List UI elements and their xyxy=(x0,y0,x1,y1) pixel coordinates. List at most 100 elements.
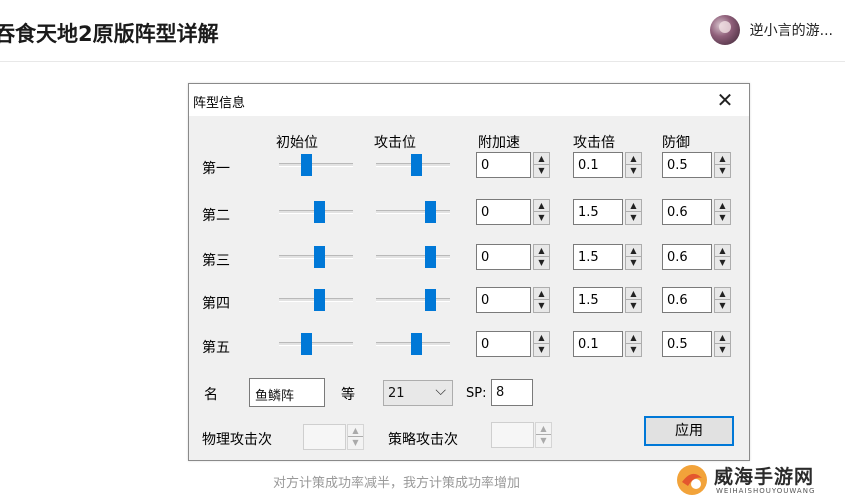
speed-field[interactable]: 0 xyxy=(476,287,531,313)
init_pos-slider[interactable] xyxy=(279,289,353,311)
speed-field[interactable]: 0 xyxy=(476,331,531,357)
spin-up-icon[interactable]: ▲ xyxy=(534,245,549,257)
spin-up-icon[interactable]: ▲ xyxy=(715,288,730,300)
slider-thumb[interactable] xyxy=(425,289,436,311)
slider-thumb[interactable] xyxy=(301,154,312,176)
spin-up-icon[interactable]: ▲ xyxy=(626,288,641,300)
defense-spinner[interactable]: 0.5 ▲ ▼ xyxy=(662,152,732,178)
defense-field[interactable]: 0.6 xyxy=(662,199,712,225)
slider-track[interactable] xyxy=(279,342,353,346)
author-name[interactable]: 逆小言的游... xyxy=(750,20,833,40)
spin-down-icon[interactable]: ▼ xyxy=(626,212,641,224)
spin-down-icon[interactable]: ▼ xyxy=(534,300,549,312)
spin-up-icon[interactable]: ▲ xyxy=(536,423,551,435)
spin-up-icon[interactable]: ▲ xyxy=(348,425,363,437)
slider-thumb[interactable] xyxy=(425,246,436,268)
spin-up-icon[interactable]: ▲ xyxy=(626,153,641,165)
spin-down-icon[interactable]: ▼ xyxy=(534,212,549,224)
defense-spinner[interactable]: 0.5 ▲ ▼ xyxy=(662,331,732,357)
slider-thumb[interactable] xyxy=(314,289,325,311)
speed-spinner[interactable]: 0 ▲ ▼ xyxy=(476,199,551,225)
atk_mult-spinner[interactable]: 1.5 ▲ ▼ xyxy=(573,244,643,270)
avatar[interactable] xyxy=(709,15,740,45)
spin-up-icon[interactable]: ▲ xyxy=(715,200,730,212)
atk_mult-spinner[interactable]: 0.1 ▲ ▼ xyxy=(573,331,643,357)
spin-up-icon[interactable]: ▲ xyxy=(715,245,730,257)
spin-down-icon[interactable]: ▼ xyxy=(626,165,641,177)
spin-down-icon[interactable]: ▼ xyxy=(715,212,730,224)
spin-up-icon[interactable]: ▲ xyxy=(534,200,549,212)
speed-field[interactable]: 0 xyxy=(476,152,531,178)
speed-spinner[interactable]: 0 ▲ ▼ xyxy=(476,152,551,178)
slider-track[interactable] xyxy=(376,255,450,259)
strategy-attack-spinner[interactable]: ▲ ▼ xyxy=(491,422,553,448)
attack_pos-slider[interactable] xyxy=(376,246,450,268)
init_pos-slider[interactable] xyxy=(279,333,353,355)
chevron-down-icon[interactable]: ⌵ xyxy=(435,383,446,399)
speed-field[interactable]: 0 xyxy=(476,199,531,225)
init_pos-slider[interactable] xyxy=(279,201,353,223)
slider-track[interactable] xyxy=(279,163,353,167)
apply-button[interactable]: 应用 xyxy=(644,416,734,446)
defense-field[interactable]: 0.6 xyxy=(662,287,712,313)
spin-up-icon[interactable]: ▲ xyxy=(715,153,730,165)
level-select[interactable]: 21 ⌵ xyxy=(383,380,453,406)
speed-field[interactable]: 0 xyxy=(476,244,531,270)
slider-thumb[interactable] xyxy=(425,201,436,223)
slider-thumb[interactable] xyxy=(314,201,325,223)
physical-attack-field[interactable] xyxy=(303,424,346,450)
atk_mult-field[interactable]: 1.5 xyxy=(573,244,623,270)
defense-field[interactable]: 0.5 xyxy=(662,331,712,357)
defense-spinner[interactable]: 0.6 ▲ ▼ xyxy=(662,199,732,225)
atk_mult-field[interactable]: 1.5 xyxy=(573,199,623,225)
author-info[interactable]: 逆小言的游... xyxy=(709,15,833,45)
defense-spinner[interactable]: 0.6 ▲ ▼ xyxy=(662,244,732,270)
init_pos-slider[interactable] xyxy=(279,154,353,176)
slider-thumb[interactable] xyxy=(411,154,422,176)
spin-down-icon[interactable]: ▼ xyxy=(534,257,549,269)
spin-up-icon[interactable]: ▲ xyxy=(715,332,730,344)
spin-up-icon[interactable]: ▲ xyxy=(626,245,641,257)
physical-attack-spinner[interactable]: ▲ ▼ xyxy=(303,424,365,450)
spin-down-icon[interactable]: ▼ xyxy=(626,344,641,356)
atk_mult-field[interactable]: 1.5 xyxy=(573,287,623,313)
spin-down-icon[interactable]: ▼ xyxy=(536,435,551,447)
speed-spinner[interactable]: 0 ▲ ▼ xyxy=(476,331,551,357)
init_pos-slider[interactable] xyxy=(279,246,353,268)
spin-down-icon[interactable]: ▼ xyxy=(715,344,730,356)
slider-track[interactable] xyxy=(376,298,450,302)
spin-down-icon[interactable]: ▼ xyxy=(348,437,363,449)
spin-down-icon[interactable]: ▼ xyxy=(715,257,730,269)
slider-thumb[interactable] xyxy=(314,246,325,268)
strategy-attack-field[interactable] xyxy=(491,422,534,448)
spin-down-icon[interactable]: ▼ xyxy=(715,165,730,177)
spin-down-icon[interactable]: ▼ xyxy=(534,165,549,177)
spin-up-icon[interactable]: ▲ xyxy=(534,288,549,300)
atk_mult-spinner[interactable]: 0.1 ▲ ▼ xyxy=(573,152,643,178)
spin-down-icon[interactable]: ▼ xyxy=(626,257,641,269)
slider-track[interactable] xyxy=(376,210,450,214)
atk_mult-spinner[interactable]: 1.5 ▲ ▼ xyxy=(573,199,643,225)
formation-name-field[interactable]: 鱼鳞阵 xyxy=(249,378,325,407)
speed-spinner[interactable]: 0 ▲ ▼ xyxy=(476,244,551,270)
atk_mult-field[interactable]: 0.1 xyxy=(573,331,623,357)
spin-up-icon[interactable]: ▲ xyxy=(534,153,549,165)
defense-field[interactable]: 0.6 xyxy=(662,244,712,270)
spin-down-icon[interactable]: ▼ xyxy=(626,300,641,312)
attack_pos-slider[interactable] xyxy=(376,289,450,311)
spin-up-icon[interactable]: ▲ xyxy=(626,332,641,344)
defense-spinner[interactable]: 0.6 ▲ ▼ xyxy=(662,287,732,313)
atk_mult-spinner[interactable]: 1.5 ▲ ▼ xyxy=(573,287,643,313)
attack_pos-slider[interactable] xyxy=(376,201,450,223)
defense-field[interactable]: 0.5 xyxy=(662,152,712,178)
sp-field[interactable]: 8 xyxy=(491,379,533,406)
attack_pos-slider[interactable] xyxy=(376,333,450,355)
spin-down-icon[interactable]: ▼ xyxy=(715,300,730,312)
slider-thumb[interactable] xyxy=(301,333,312,355)
spin-up-icon[interactable]: ▲ xyxy=(626,200,641,212)
close-icon[interactable]: ✕ xyxy=(715,90,735,110)
speed-spinner[interactable]: 0 ▲ ▼ xyxy=(476,287,551,313)
attack_pos-slider[interactable] xyxy=(376,154,450,176)
atk_mult-field[interactable]: 0.1 xyxy=(573,152,623,178)
slider-thumb[interactable] xyxy=(411,333,422,355)
